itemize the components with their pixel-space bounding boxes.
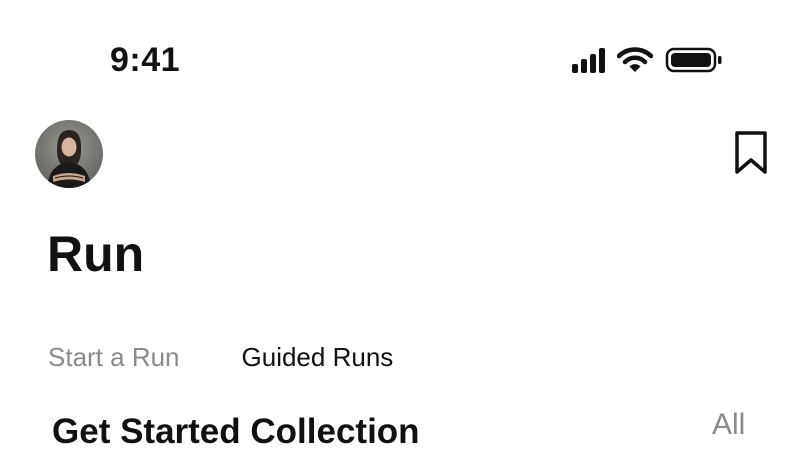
status-icons <box>572 44 723 76</box>
avatar[interactable] <box>35 120 103 188</box>
profile-photo-icon <box>35 120 103 188</box>
tab-bar: Start a Run Guided Runs <box>48 340 393 374</box>
bookmark-icon[interactable] <box>730 130 772 176</box>
status-time: 9:41 <box>110 41 181 79</box>
wifi-icon <box>617 47 653 72</box>
see-all-link[interactable]: All <box>712 406 745 444</box>
battery-icon <box>665 47 722 73</box>
run-screen: 9:41 Run Start a Run Guided Runs Get Sta… <box>0 0 800 450</box>
page-title: Run <box>47 226 145 282</box>
section-title: Get Started Collection <box>52 412 420 450</box>
cellular-signal-icon <box>572 47 605 73</box>
tab-guided-runs[interactable]: Guided Runs <box>242 340 394 374</box>
tab-start-a-run[interactable]: Start a Run <box>48 340 180 374</box>
